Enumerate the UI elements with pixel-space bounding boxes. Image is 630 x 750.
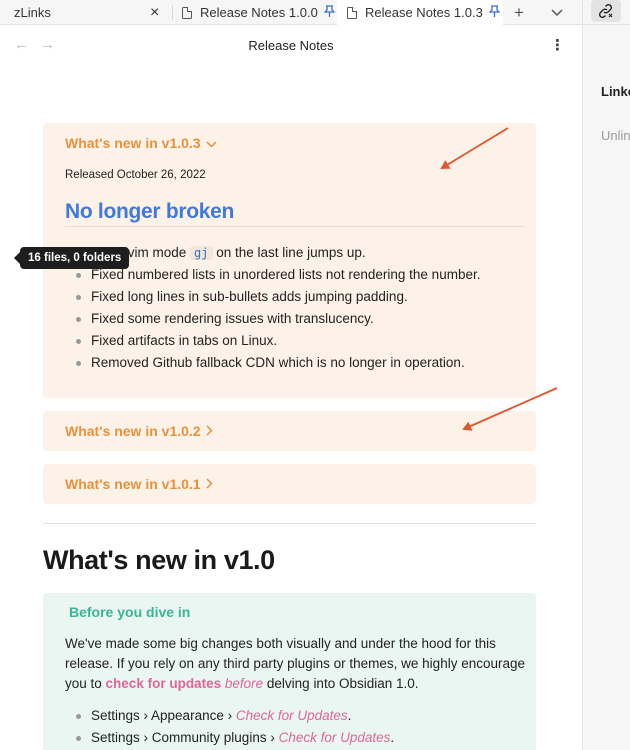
annotation-arrow — [462, 387, 558, 431]
unlinked-mentions-label[interactable]: Unlinked mentions — [601, 128, 630, 143]
annotation-arrows — [440, 127, 558, 431]
right-sidebar-header — [583, 0, 630, 25]
right-sidebar: Linked mentions Unlinked mentions — [582, 0, 630, 750]
linked-mentions-label[interactable]: Linked mentions — [601, 84, 630, 99]
annotation-arrow — [440, 127, 509, 170]
backlinks-link-icon[interactable] — [591, 0, 621, 22]
